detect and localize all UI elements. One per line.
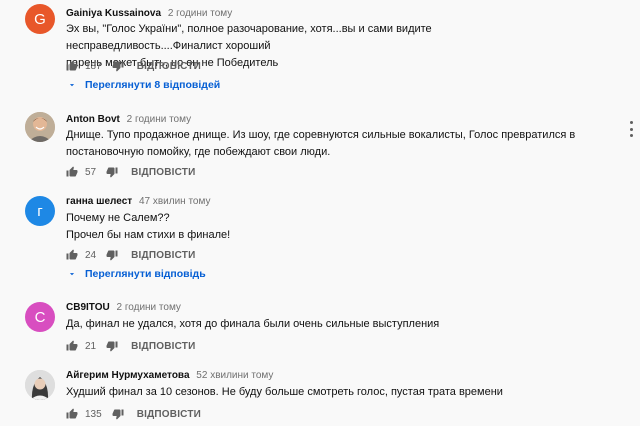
comment-header: Айгерим Нурмухаметова 52 хвилини тому <box>66 370 273 382</box>
view-replies-button[interactable]: Переглянути відповідь <box>66 268 206 280</box>
comment-header: Gainiya Kussainova 2 години тому <box>66 8 232 20</box>
comment-line: Почему не Салем?? <box>66 212 170 224</box>
reply-button[interactable]: ВІДПОВІСТИ <box>137 61 201 72</box>
avatar-letter: г <box>37 202 43 220</box>
comment-line: Прочел бы нам стихи в финале! <box>66 229 231 241</box>
avatar[interactable]: г <box>25 196 55 226</box>
comment-author[interactable]: CB9ITOU <box>66 302 110 313</box>
avatar-photo <box>25 112 55 142</box>
reply-button[interactable]: ВІДПОВІСТИ <box>137 409 201 420</box>
comment-actions: 57 ВІДПОВІСТИ <box>66 164 195 180</box>
avatar[interactable] <box>25 370 55 400</box>
comment-line: Да, финал не удался, хотя до финала были… <box>66 318 440 330</box>
more-vert-icon[interactable] <box>627 121 635 137</box>
comment-text: Почему не Салем?? Прочел бы нам стихи в … <box>66 210 586 244</box>
avatar-photo <box>25 370 55 400</box>
thumb-down-icon[interactable] <box>106 249 118 261</box>
comment-author[interactable]: Anton Bovt <box>66 114 120 125</box>
comment-line: постановочную помойку, где побеждают сво… <box>66 146 331 158</box>
comment-line: Эх вы, "Голос України", полное разочаров… <box>66 23 432 52</box>
avatar-letter: C <box>34 308 46 326</box>
thumb-down-icon[interactable] <box>112 408 124 420</box>
reply-button[interactable]: ВІДПОВІСТИ <box>131 167 195 178</box>
comments-page: G Gainiya Kussainova 2 години тому Эх вы… <box>0 0 640 426</box>
comment-time[interactable]: 52 хвилини тому <box>196 370 273 381</box>
comment-time[interactable]: 2 години тому <box>127 114 191 125</box>
thumb-down-icon[interactable] <box>112 60 124 72</box>
view-replies-label: Переглянути 8 відповідей <box>85 79 221 91</box>
reply-button[interactable]: ВІДПОВІСТИ <box>131 250 195 261</box>
comment-text: Днище. Тупо продажное днище. Из шоу, где… <box>66 127 586 161</box>
chevron-down-icon <box>69 84 75 87</box>
comment-author[interactable]: ганна шелест <box>66 196 132 207</box>
thumb-up-icon[interactable] <box>66 408 78 420</box>
comment-author[interactable]: Gainiya Kussainova <box>66 8 161 19</box>
like-count: 135 <box>85 408 102 420</box>
comment-header: ганна шелест 47 хвилин тому <box>66 196 210 208</box>
comment-time[interactable]: 2 години тому <box>117 302 181 313</box>
comment-actions: 24 ВІДПОВІСТИ <box>66 247 195 263</box>
view-replies-button[interactable]: Переглянути 8 відповідей <box>66 79 220 91</box>
view-replies-label: Переглянути відповідь <box>85 268 206 280</box>
reply-button[interactable]: ВІДПОВІСТИ <box>131 341 195 352</box>
comment-header: CB9ITOU 2 години тому <box>66 302 181 314</box>
comment-line: Днище. Тупо продажное днище. Из шоу, где… <box>66 129 576 141</box>
like-count: 57 <box>85 166 97 178</box>
comment-header: Anton Bovt 2 години тому <box>66 114 191 126</box>
thumb-up-icon[interactable] <box>66 340 78 352</box>
avatar-letter: G <box>34 10 46 28</box>
thumb-down-icon[interactable] <box>106 340 118 352</box>
comment-actions: 21 ВІДПОВІСТИ <box>66 338 195 354</box>
thumb-up-icon[interactable] <box>66 249 78 261</box>
comment-author[interactable]: Айгерим Нурмухаметова <box>66 370 190 381</box>
comment-text: Худший финал за 10 сезонов. Не буду боль… <box>66 384 586 401</box>
comment-actions: 135 ВІДПОВІСТИ <box>66 406 201 422</box>
comment-actions: 187 ВІДПОВІСТИ <box>66 58 201 74</box>
avatar[interactable]: C <box>25 302 55 332</box>
avatar[interactable]: G <box>25 4 55 34</box>
comment-time[interactable]: 2 години тому <box>168 8 232 19</box>
like-count: 24 <box>85 249 97 261</box>
like-count: 187 <box>85 60 102 72</box>
comment-text: Да, финал не удался, хотя до финала были… <box>66 316 586 333</box>
avatar[interactable] <box>25 112 55 142</box>
comment-line: Худший финал за 10 сезонов. Не буду боль… <box>66 386 503 398</box>
comment-time[interactable]: 47 хвилин тому <box>139 196 211 207</box>
thumb-down-icon[interactable] <box>106 166 118 178</box>
thumb-up-icon[interactable] <box>66 166 78 178</box>
thumb-up-icon[interactable] <box>66 60 78 72</box>
chevron-down-icon <box>69 273 75 276</box>
like-count: 21 <box>85 340 97 352</box>
